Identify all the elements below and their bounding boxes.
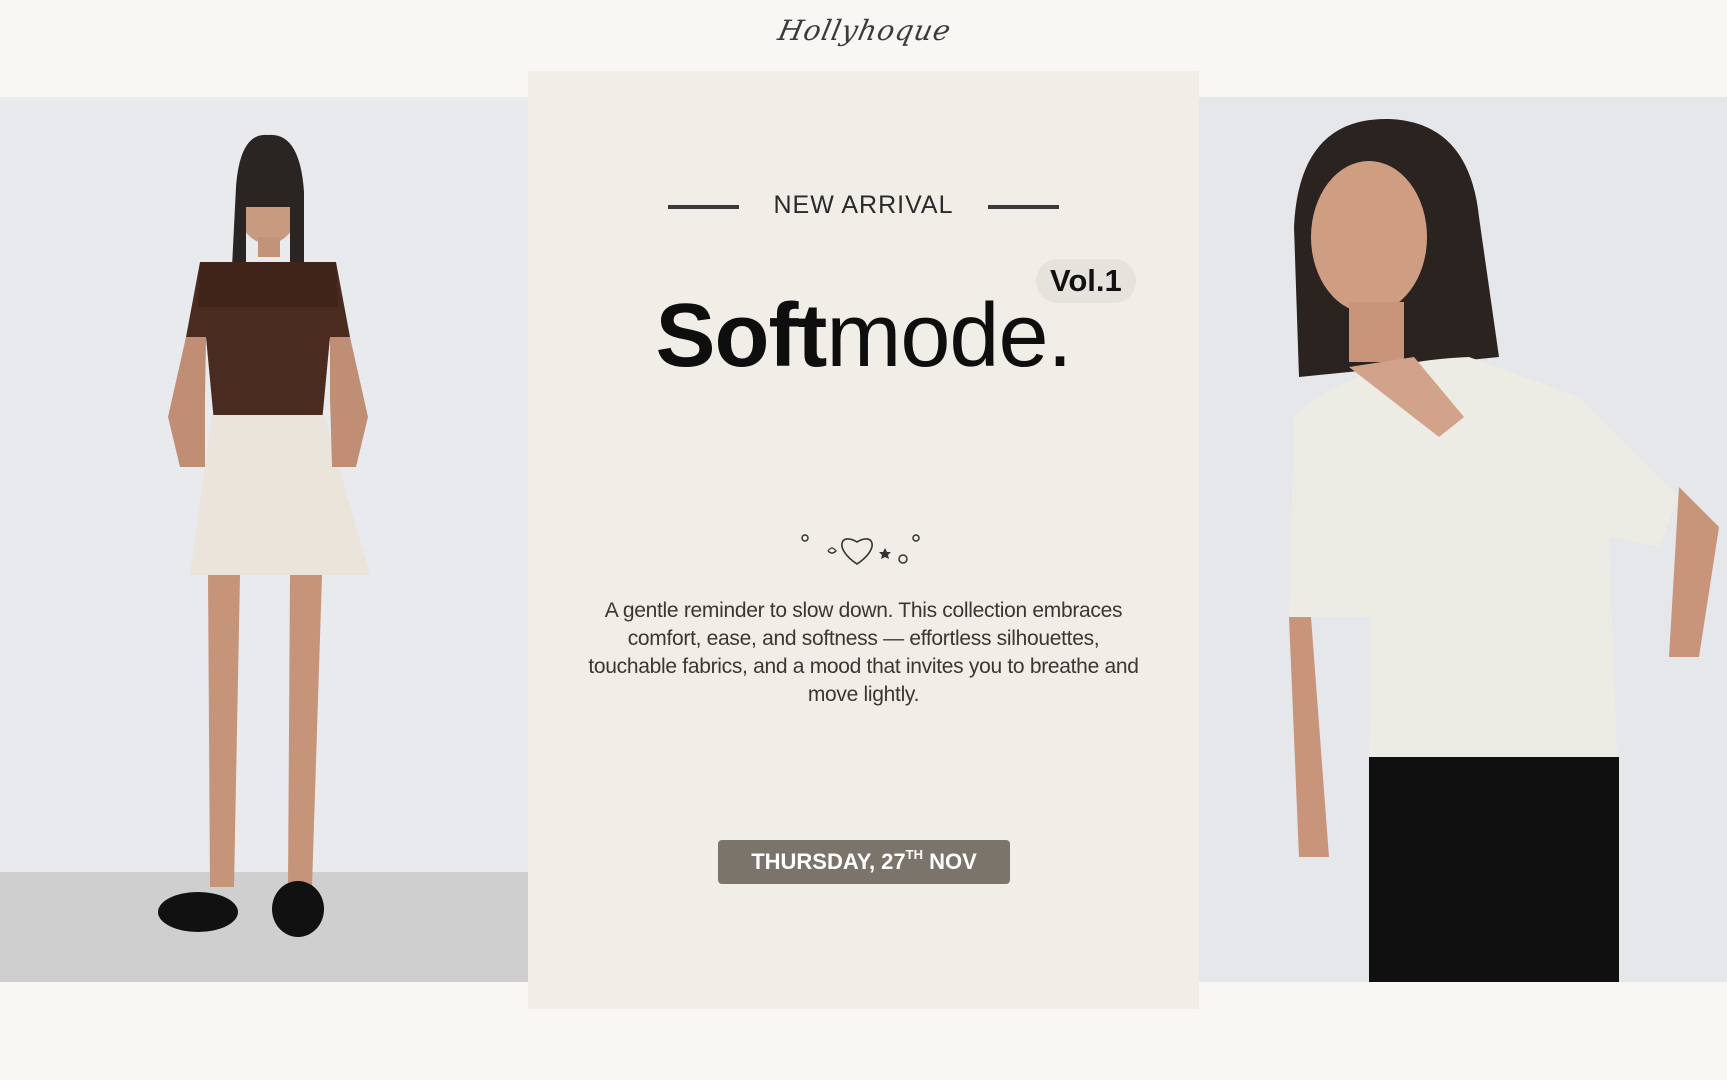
eyebrow-label: NEW ARRIVAL	[773, 191, 954, 219]
launch-date-button[interactable]: THURSDAY, 27TH NOV	[718, 840, 1010, 884]
volume-badge: Vol.1	[1036, 259, 1136, 303]
title-light-part: mode.	[826, 286, 1072, 386]
divider-rule-right	[988, 205, 1059, 209]
model-photo-right	[1199, 97, 1727, 982]
date-day: THURSDAY, 27	[751, 849, 906, 874]
collection-description: A gentle reminder to slow down. This col…	[588, 599, 1139, 706]
title-bold-part: Soft	[655, 286, 827, 386]
date-suffix: TH	[905, 847, 923, 862]
model-photo-left	[0, 97, 528, 982]
heart-doodle-icon	[793, 526, 933, 576]
brand-logo[interactable]: Hollyhoque	[758, 14, 969, 64]
campaign-panel: NEW ARRIVAL Softmode. Vol.1 A gentle rem…	[528, 71, 1199, 1009]
date-month: NOV	[929, 849, 977, 874]
